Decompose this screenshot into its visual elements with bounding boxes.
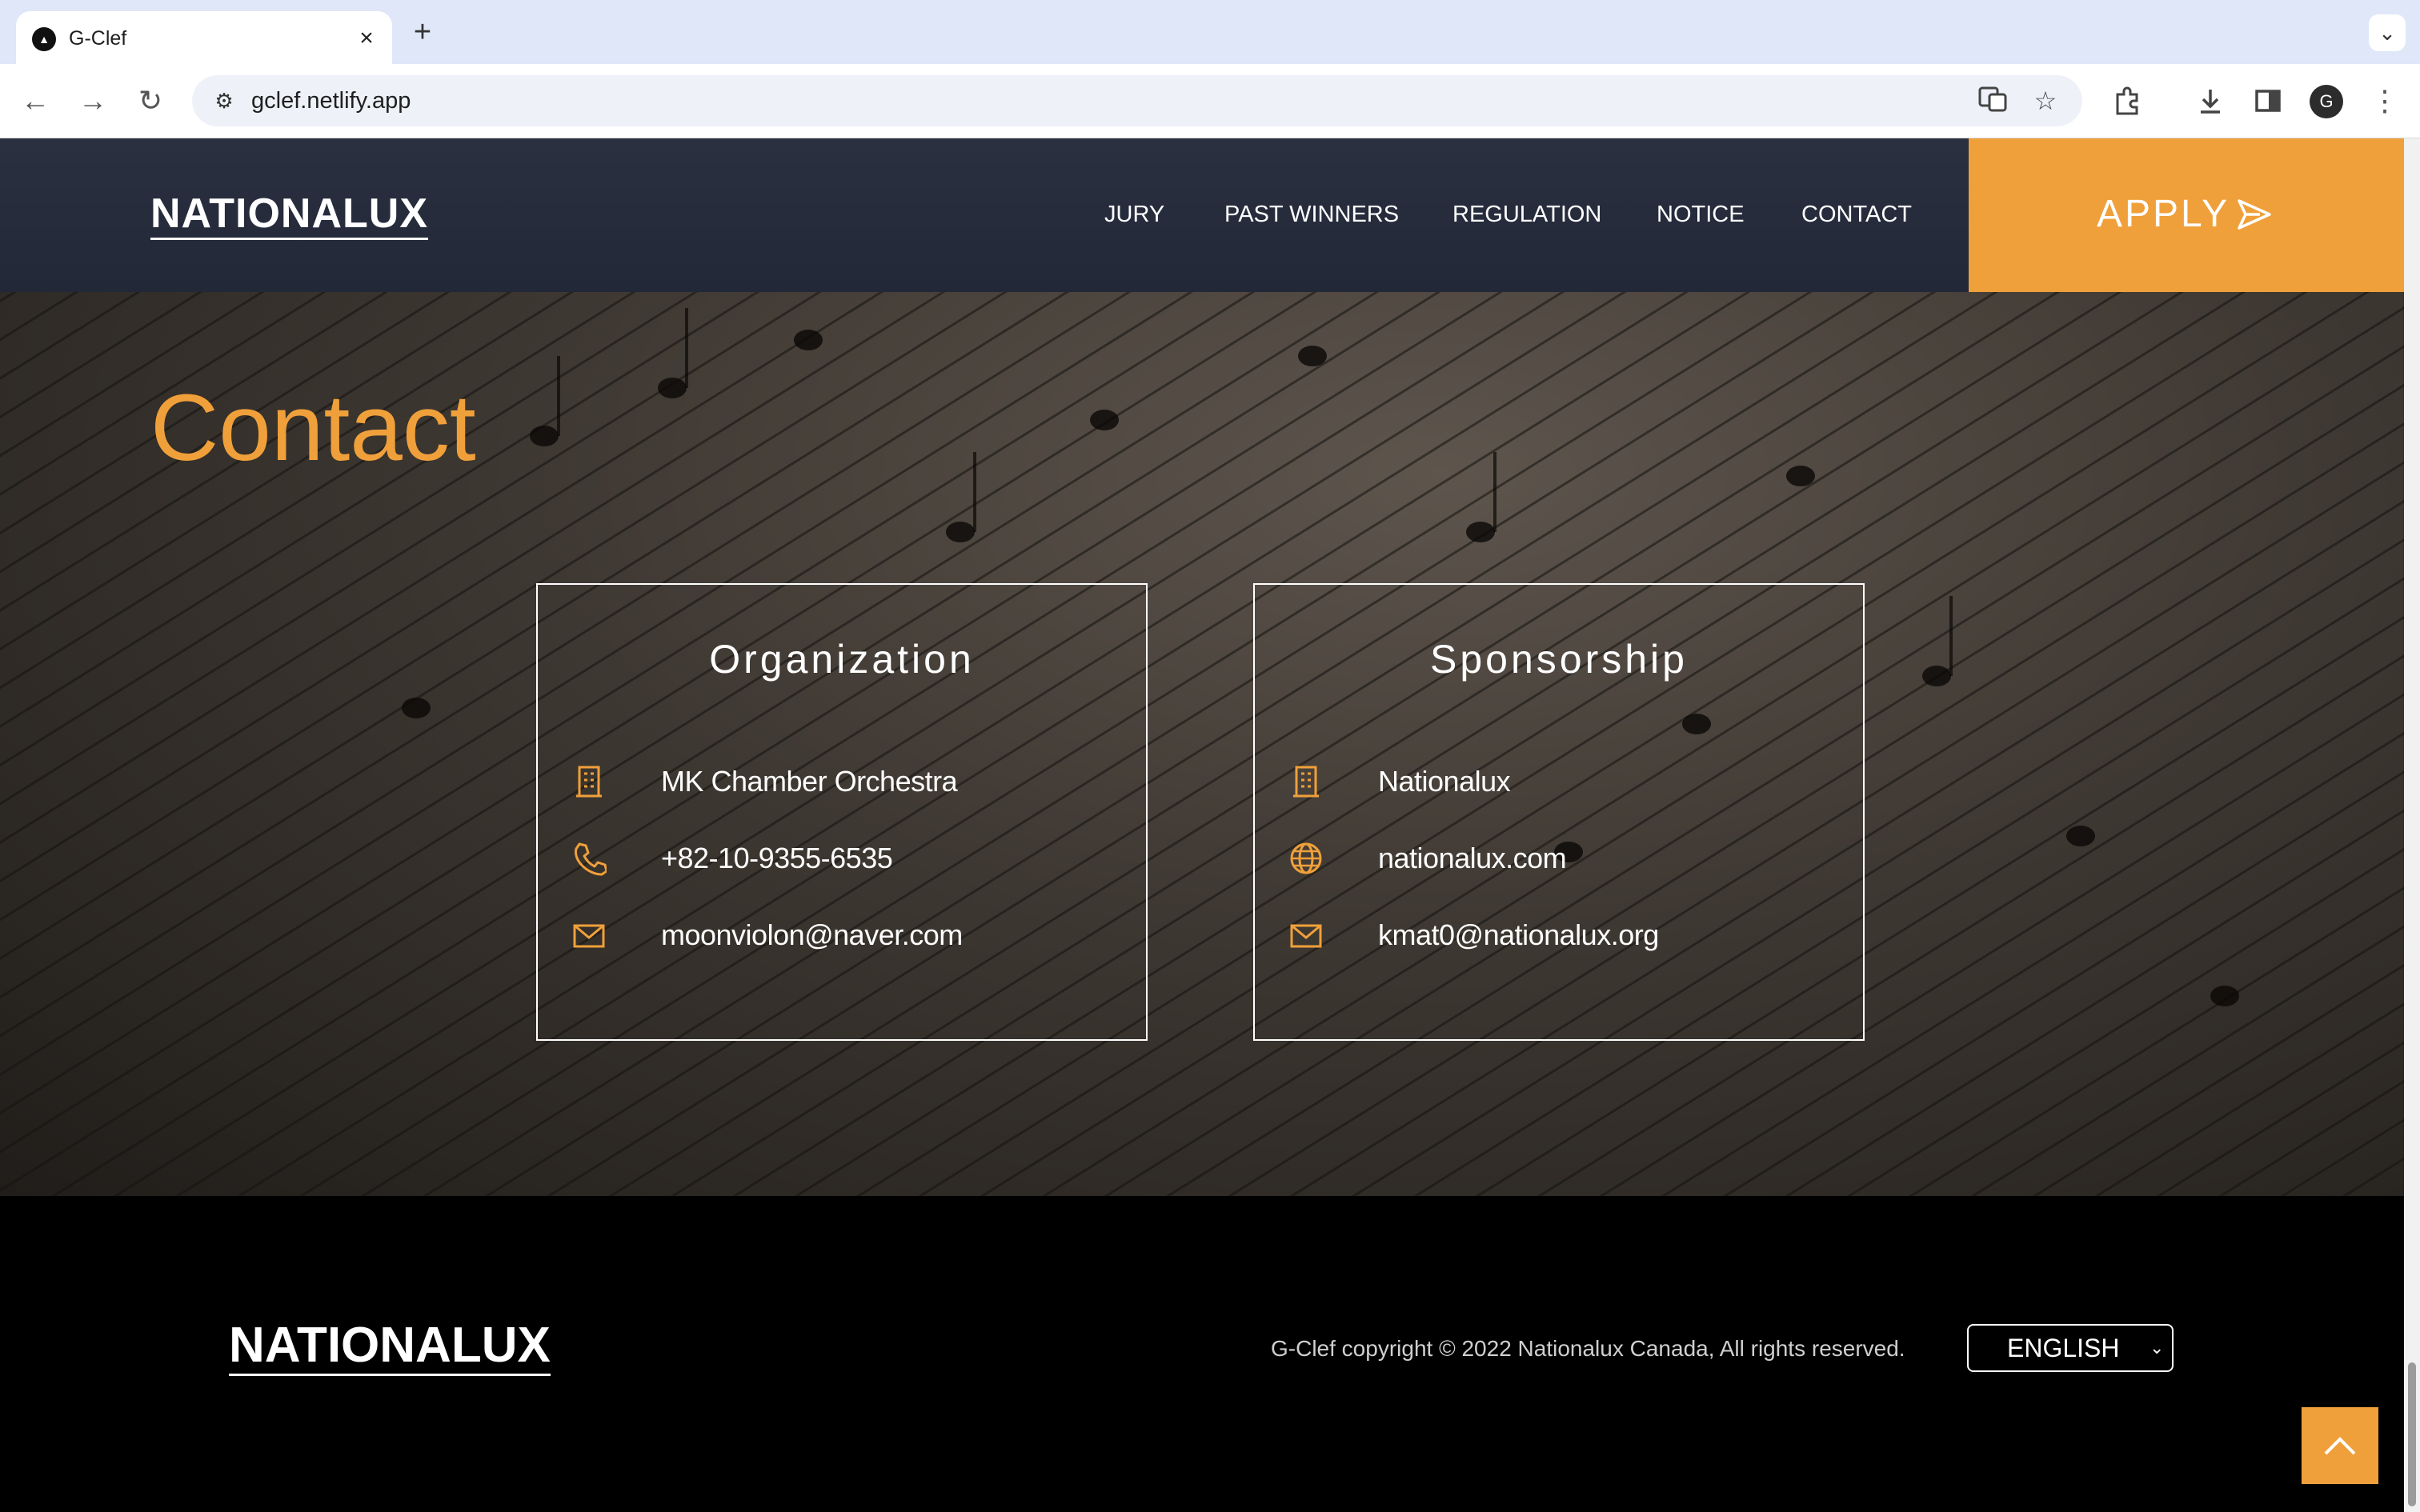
scrollbar-thumb[interactable] xyxy=(2408,1362,2416,1506)
send-arrow-icon xyxy=(2238,199,2271,230)
copyright-text: G-Clef copyright © 2022 Nationalux Canad… xyxy=(1271,1336,1905,1361)
organization-card-title: Organization xyxy=(709,637,975,682)
browser-tab-strip: ▲ G-Clef × + ⌄ xyxy=(0,0,2420,64)
new-tab-button[interactable]: + xyxy=(405,14,440,50)
page-viewport: NATIONALUX JURY PAST WINNERS REGULATION … xyxy=(0,138,2404,1512)
browser-toolbar: ← → ↻ ⚙ gclef.netlify.app ☆ G ⋮ xyxy=(0,64,2420,138)
header-logo[interactable]: NATIONALUX xyxy=(150,190,429,240)
mail-icon xyxy=(1290,924,1322,948)
nav-link-past-winners[interactable]: PAST WINNERS xyxy=(1224,194,1399,234)
language-selected-value: ENGLISH xyxy=(2007,1334,2120,1362)
side-panel-icon[interactable] xyxy=(2249,82,2287,120)
reload-icon[interactable]: ↻ xyxy=(131,82,170,120)
chevron-up-icon xyxy=(2324,1437,2356,1455)
site-header: NATIONALUX JURY PAST WINNERS REGULATION … xyxy=(0,138,2404,292)
sponsorship-card: Sponsorship Nationalux nationalux.com km… xyxy=(1253,583,1865,1041)
download-icon[interactable] xyxy=(2191,82,2230,120)
browser-tab[interactable]: ▲ G-Clef × xyxy=(16,11,392,64)
chevron-down-icon: ⌄ xyxy=(2150,1338,2165,1358)
close-tab-icon[interactable]: × xyxy=(351,22,383,54)
sponsor-name: Nationalux xyxy=(1378,765,1511,798)
site-favicon-icon: ▲ xyxy=(32,27,56,51)
address-bar[interactable]: ⚙ gclef.netlify.app ☆ xyxy=(192,75,2082,126)
page-scrollbar[interactable] xyxy=(2404,138,2420,1512)
translate-icon[interactable] xyxy=(1975,83,2010,118)
site-footer: NATIONALUX G-Clef copyright © 2022 Natio… xyxy=(0,1196,2404,1512)
sponsorship-card-title: Sponsorship xyxy=(1430,637,1688,682)
building-icon xyxy=(576,766,602,798)
sponsor-email[interactable]: kmat0@nationalux.org xyxy=(1378,911,1659,959)
nav-link-jury[interactable]: JURY xyxy=(1104,194,1164,234)
organization-phone[interactable]: +82-10-9355-6535 xyxy=(661,834,893,882)
nav-link-notice[interactable]: NOTICE xyxy=(1657,194,1745,234)
scroll-to-top-button[interactable] xyxy=(2302,1407,2378,1484)
phone-icon xyxy=(574,842,607,876)
building-icon xyxy=(1293,766,1319,798)
apply-button[interactable]: APPLY xyxy=(1969,138,2404,292)
sponsor-website[interactable]: nationalux.com xyxy=(1378,834,1567,882)
main-nav: JURY PAST WINNERS REGULATION NOTICE CONT… xyxy=(1104,194,1912,234)
mail-icon xyxy=(573,924,605,948)
tab-title: G-Clef xyxy=(69,27,127,50)
extensions-puzzle-icon[interactable] xyxy=(2108,82,2146,120)
back-arrow-icon[interactable]: ← xyxy=(16,82,54,120)
organization-name: MK Chamber Orchestra xyxy=(661,765,958,798)
address-url[interactable]: gclef.netlify.app xyxy=(251,75,411,126)
apply-label: APPLY xyxy=(2097,193,2230,235)
site-settings-icon[interactable]: ⚙ xyxy=(206,83,242,118)
profile-avatar-icon[interactable]: G xyxy=(2310,85,2343,118)
footer-logo[interactable]: NATIONALUX xyxy=(229,1318,551,1376)
organization-card: Organization MK Chamber Orchestra +82-10… xyxy=(536,583,1148,1041)
globe-icon xyxy=(1290,842,1322,874)
contact-hero: Contact Organization MK Chamber Orchestr… xyxy=(0,292,2404,1196)
bookmark-star-icon[interactable]: ☆ xyxy=(2028,83,2063,118)
language-select[interactable]: ENGLISH ⌄ xyxy=(1967,1324,2174,1372)
nav-link-contact[interactable]: CONTACT xyxy=(1801,194,1912,234)
browser-menu-icon[interactable]: ⋮ xyxy=(2366,82,2404,120)
page-title: Contact xyxy=(150,375,476,481)
tab-search-chevron-icon[interactable]: ⌄ xyxy=(2369,14,2406,51)
nav-link-regulation[interactable]: REGULATION xyxy=(1452,194,1601,234)
forward-arrow-icon[interactable]: → xyxy=(74,82,112,120)
organization-email[interactable]: moonviolon@naver.com xyxy=(661,911,963,959)
